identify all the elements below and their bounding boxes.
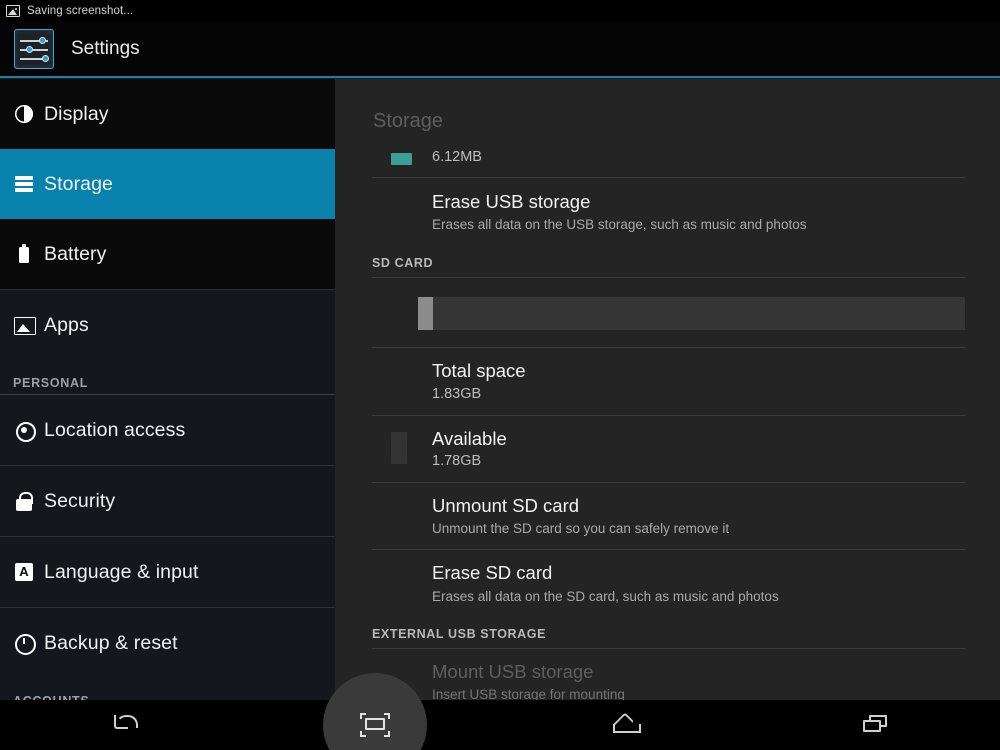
row-subtitle: Unmount the SD card so you can safely re… <box>432 521 730 537</box>
page-title: Storage <box>373 110 444 132</box>
apps-icon <box>13 314 36 336</box>
recent-apps-button[interactable] <box>750 700 1000 750</box>
sidebar-item-security[interactable]: Security <box>0 466 335 536</box>
battery-icon <box>13 243 35 265</box>
row-value: 1.83GB <box>432 385 482 402</box>
home-button[interactable] <box>500 700 750 750</box>
mount-usb-storage-row: Mount USB storage Insert USB storage for… <box>335 649 1000 700</box>
sidebar-item-label: Display <box>44 102 109 125</box>
erase-usb-storage-row[interactable]: Erase USB storage Erases all data on the… <box>335 178 1000 246</box>
section-header-external-usb: EXTERNAL USB STORAGE <box>372 626 547 641</box>
sidebar-group-label: PERSONAL <box>13 376 89 390</box>
home-icon <box>608 711 642 739</box>
row-title: Total space <box>432 360 526 382</box>
sidebar-item-apps[interactable]: Apps <box>0 290 335 360</box>
lock-icon <box>13 490 35 512</box>
row-subtitle: Erases all data on the SD card, such as … <box>432 588 779 604</box>
row-title: Unmount SD card <box>432 495 580 517</box>
usage-value: 6.12MB <box>432 149 482 165</box>
divider <box>372 277 965 279</box>
language-icon <box>13 561 35 583</box>
sidebar-group-accounts: ACCOUNTS <box>0 678 335 700</box>
sidebar-item-language-input[interactable]: Language & input <box>0 537 335 607</box>
row-subtitle: Insert USB storage for mounting <box>432 687 625 700</box>
sidebar-item-display[interactable]: Display <box>0 79 335 149</box>
restore-icon <box>13 632 36 655</box>
sd-card-usage-bar <box>418 297 965 331</box>
sidebar-item-label: Security <box>44 489 116 512</box>
back-button[interactable] <box>0 700 250 750</box>
header-accent-divider <box>0 76 1000 79</box>
app-title: Settings <box>71 38 140 59</box>
app-header: Settings <box>0 22 1000 76</box>
row-title: Mount USB storage <box>432 660 594 682</box>
android-settings-screen: Saving screenshot... Settings Display St… <box>0 0 1000 750</box>
location-icon <box>13 419 36 442</box>
sidebar-item-label: Battery <box>44 242 107 265</box>
usage-color-swatch <box>391 153 412 165</box>
available-space-row[interactable]: Available 1.78GB <box>335 416 1000 482</box>
storage-scroll-area[interactable]: 6.12MB Erase USB storage Erases all data… <box>335 147 1000 700</box>
sidebar-item-label: Storage <box>44 172 113 195</box>
sidebar-item-label: Location access <box>44 418 186 441</box>
row-subtitle: Erases all data on the USB storage, such… <box>432 217 807 233</box>
row-title: Available <box>432 427 507 449</box>
sidebar-item-backup-reset[interactable]: Backup & reset <box>0 608 335 678</box>
sidebar-item-storage[interactable]: Storage <box>0 149 335 219</box>
sidebar-item-label: Apps <box>44 313 89 336</box>
sidebar-item-label: Language & input <box>44 560 199 583</box>
status-bar-text: Saving screenshot... <box>27 5 134 17</box>
status-bar: Saving screenshot... <box>0 0 1000 22</box>
back-icon <box>108 711 142 739</box>
row-title: Erase SD card <box>432 562 553 584</box>
settings-sliders-icon <box>14 29 54 69</box>
unmount-sd-card-row[interactable]: Unmount SD card Unmount the SD card so y… <box>335 483 1000 549</box>
row-value: 1.78GB <box>432 453 482 470</box>
screenshot-icon <box>358 711 392 739</box>
sd-card-usage-bar-used <box>418 297 433 331</box>
system-navigation-bar <box>0 700 1000 750</box>
sidebar-group-personal: PERSONAL <box>0 360 335 394</box>
sidebar-item-battery[interactable]: Battery <box>0 219 335 289</box>
recent-apps-icon <box>858 711 892 739</box>
sidebar-item-location-access[interactable]: Location access <box>0 395 335 465</box>
storage-usage-row[interactable]: 6.12MB <box>335 147 1000 177</box>
erase-sd-card-row[interactable]: Erase SD card Erases all data on the SD … <box>335 550 1000 616</box>
sidebar-item-label: Backup & reset <box>44 631 178 654</box>
total-space-row[interactable]: Total space 1.83GB <box>335 348 1000 414</box>
brightness-icon <box>13 103 35 125</box>
storage-panel: Storage 6.12MB Erase USB storage Erases … <box>335 79 1000 700</box>
available-color-swatch <box>391 431 407 464</box>
image-icon <box>6 5 20 17</box>
screenshot-button[interactable] <box>250 700 500 750</box>
storage-icon <box>13 173 35 195</box>
section-header-sd-card: SD CARD <box>372 256 434 271</box>
row-title: Erase USB storage <box>432 191 591 212</box>
settings-sidebar[interactable]: Display Storage Battery Apps PERSONAL Lo… <box>0 79 335 700</box>
